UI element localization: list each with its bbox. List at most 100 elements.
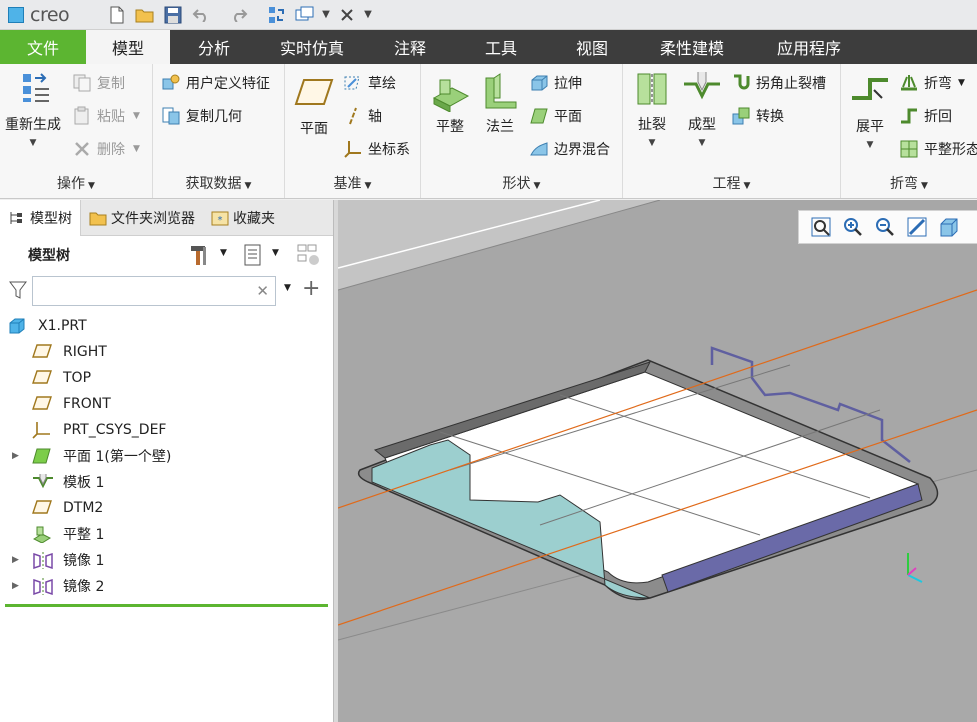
refit-icon[interactable] <box>805 213 837 241</box>
logo-cube-icon <box>8 6 24 23</box>
group-shapes-label[interactable]: 形状 ▼ <box>421 173 622 193</box>
tab-folder-browser[interactable]: 文件夹浏览器 <box>81 200 203 236</box>
tab-flexible-modeling[interactable]: 柔性建模 <box>636 30 748 64</box>
datum-plane-button[interactable]: 平面 <box>289 74 339 138</box>
tree-item[interactable]: X1.PRT <box>0 313 330 339</box>
unbend-label: 展平 <box>856 119 884 135</box>
search-input[interactable]: ✕ <box>32 276 276 306</box>
group-get-data-label[interactable]: 获取数据 ▼ <box>153 173 284 193</box>
chevron-down-icon[interactable]: ▼ <box>845 140 895 150</box>
chevron-down-icon[interactable]: ▼ <box>272 248 279 258</box>
quick-access-toolbar: creo ▼ ▼ <box>0 0 977 30</box>
chevron-down-icon[interactable]: ▼ <box>679 138 725 148</box>
planar-button[interactable]: 平整 <box>427 72 473 136</box>
tree-item[interactable]: 模板 1 <box>0 469 330 495</box>
open-icon[interactable] <box>131 3 159 27</box>
chevron-down-icon[interactable]: ▼ <box>2 138 64 148</box>
tree-item[interactable]: ▶ 镜像 2 <box>0 573 330 599</box>
copy-label: 复制 <box>97 76 125 92</box>
tab-model-tree[interactable]: 模型树 <box>0 200 81 236</box>
planar-label: 平整 <box>436 119 464 135</box>
model-graphics[interactable] <box>338 200 977 722</box>
convert-button[interactable]: 转换 <box>731 106 784 126</box>
tree-item[interactable]: ▶ 平面 1(第一个壁) <box>0 443 330 469</box>
tree-item[interactable]: ▶ 镜像 1 <box>0 547 330 573</box>
tree-item[interactable]: 平整 1 <box>0 521 330 547</box>
udf-button[interactable]: 用户定义特征 <box>161 73 270 93</box>
tree-item[interactable]: FRONT <box>0 391 330 417</box>
tree-settings-icon[interactable] <box>296 243 322 271</box>
repaint-icon[interactable] <box>901 213 933 241</box>
group-bends-label[interactable]: 折弯 ▼ <box>841 173 977 193</box>
flat-button[interactable]: 平面 <box>529 106 582 126</box>
add-icon[interactable]: + <box>302 276 320 301</box>
sketch-button[interactable]: 草绘 <box>343 73 396 93</box>
rip-button[interactable]: 扯裂 ▼ <box>629 70 675 148</box>
unbend-button[interactable]: 展平 ▼ <box>845 72 895 150</box>
tab-model[interactable]: 模型 <box>86 30 170 64</box>
tab-analysis[interactable]: 分析 <box>170 30 258 64</box>
zoom-in-icon[interactable] <box>837 213 869 241</box>
flat-form-button[interactable]: 平整形态 <box>899 139 977 159</box>
copy-button[interactable]: 复制 <box>72 73 125 93</box>
bend-button[interactable]: 折弯 ▼ <box>899 73 965 93</box>
bend-back-button[interactable]: 折回 <box>899 106 952 126</box>
tab-tools[interactable]: 工具 <box>454 30 548 64</box>
chevron-down-icon[interactable]: ▼ <box>958 78 965 88</box>
corner-relief-button[interactable]: 拐角止裂槽 <box>731 73 826 93</box>
windows-icon[interactable] <box>291 3 319 27</box>
tab-view[interactable]: 视图 <box>548 30 636 64</box>
tree-item[interactable]: DTM2 <box>0 495 330 521</box>
form-button[interactable]: 成型 ▼ <box>679 70 725 148</box>
boundary-blend-button[interactable]: 边界混合 <box>529 139 610 159</box>
tab-simulation[interactable]: 实时仿真 <box>258 30 366 64</box>
tab-annotate[interactable]: 注释 <box>366 30 454 64</box>
delete-button[interactable]: 删除 ▼ <box>72 139 140 159</box>
chevron-down-icon[interactable]: ▼ <box>133 111 140 121</box>
chevron-down-icon[interactable]: ▼ <box>319 9 333 20</box>
group-datum: 平面 草绘 轴 坐标系 基准 ▼ <box>285 64 421 198</box>
csys-button[interactable]: 坐标系 <box>343 139 410 159</box>
axis-button[interactable]: 轴 <box>343 106 382 126</box>
zoom-out-icon[interactable] <box>869 213 901 241</box>
clear-search-icon[interactable]: ✕ <box>256 282 269 300</box>
paste-button[interactable]: 粘贴 ▼ <box>72 106 140 126</box>
filter-icon[interactable] <box>8 280 28 304</box>
new-icon[interactable] <box>103 3 131 27</box>
redo-icon[interactable] <box>225 3 253 27</box>
flat-label: 平面 <box>554 109 582 125</box>
show-icon[interactable] <box>242 243 264 271</box>
chevron-down-icon[interactable]: ▼ <box>629 138 675 148</box>
udf-label: 用户定义特征 <box>186 76 270 92</box>
tree-item[interactable]: RIGHT <box>0 339 330 365</box>
expand-arrow-icon[interactable]: ▶ <box>12 451 19 461</box>
chevron-down-icon[interactable]: ▼ <box>284 283 291 293</box>
close-window-icon[interactable] <box>333 3 361 27</box>
flange-button[interactable]: 法兰 <box>477 72 523 136</box>
form-label: 成型 <box>688 117 716 133</box>
extrude-button[interactable]: 拉伸 <box>529 73 582 93</box>
tab-file[interactable]: 文件 <box>0 30 86 64</box>
regenerate-button[interactable]: 重新生成 ▼ <box>2 70 64 148</box>
regenerate-icon[interactable] <box>263 3 291 27</box>
tree-item[interactable]: TOP <box>0 365 330 391</box>
tab-favorites[interactable]: * 收藏夹 <box>203 200 283 236</box>
customize-toolbar-icon[interactable]: ▼ <box>361 9 375 20</box>
graphics-viewport[interactable] <box>338 200 977 722</box>
group-shapes: 平整 法兰 拉伸 平面 边界混合 形状 ▼ <box>421 64 623 198</box>
save-icon[interactable] <box>159 3 187 27</box>
planar-large-icon <box>430 72 470 113</box>
copy-geometry-button[interactable]: 复制几何 <box>161 106 242 126</box>
group-datum-label[interactable]: 基准 ▼ <box>285 173 420 193</box>
group-operations-label[interactable]: 操作 ▼ <box>0 173 152 193</box>
expand-arrow-icon[interactable]: ▶ <box>12 555 19 565</box>
undo-icon[interactable] <box>187 3 215 27</box>
expand-arrow-icon[interactable]: ▶ <box>12 581 19 591</box>
chevron-down-icon[interactable]: ▼ <box>220 248 227 258</box>
tab-applications[interactable]: 应用程序 <box>748 30 870 64</box>
tools-icon[interactable] <box>188 243 210 271</box>
chevron-down-icon[interactable]: ▼ <box>133 144 140 154</box>
tree-item[interactable]: PRT_CSYS_DEF <box>0 417 330 443</box>
saved-views-icon[interactable] <box>933 213 965 241</box>
group-engineering-label[interactable]: 工程 ▼ <box>623 173 840 193</box>
